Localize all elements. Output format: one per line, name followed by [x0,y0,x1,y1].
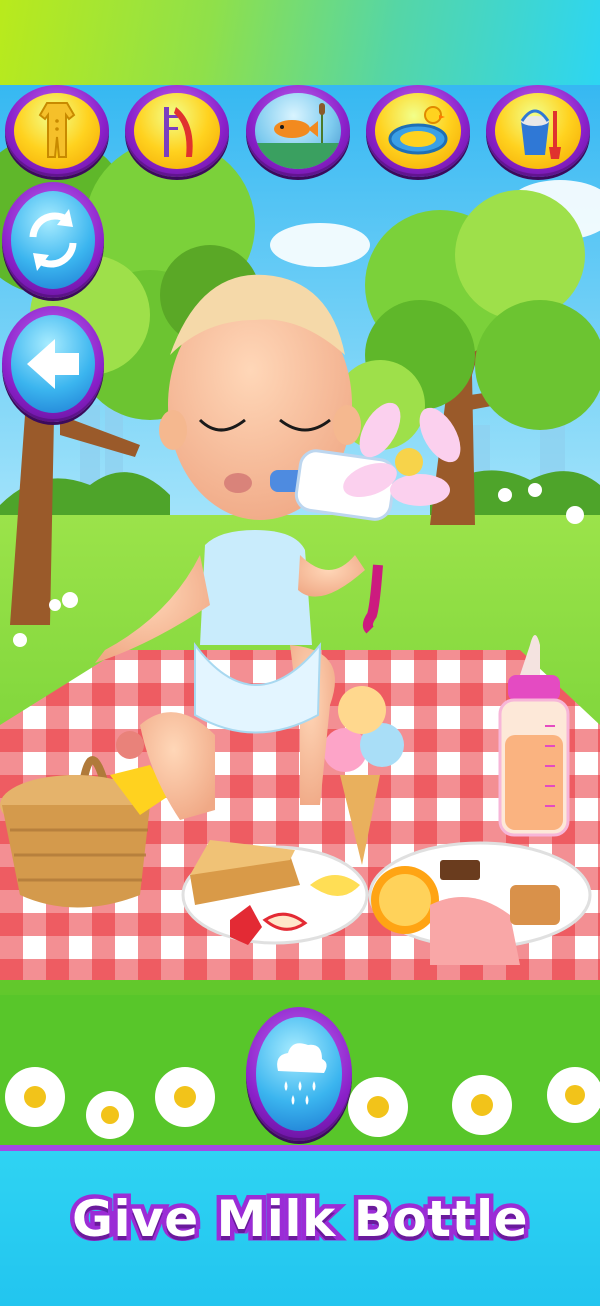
refresh-button[interactable] [2,182,104,298]
swim-ring-icon [388,106,448,155]
top-banner [0,0,600,85]
fish-icon [255,103,341,169]
playground-category-button[interactable] [125,85,229,177]
refresh-icon [29,209,77,271]
pond-category-button[interactable] [246,85,350,177]
rain-button[interactable] [246,1007,352,1141]
category-toolbar [0,85,600,180]
slide-icon [164,107,193,157]
rain-cloud-icon [277,1043,327,1105]
onesie-icon [38,102,76,158]
back-button[interactable] [2,306,104,422]
caption-text: Give Milk Bottle [67,1186,532,1253]
bucket-icon [520,109,561,159]
pool-category-button[interactable] [366,85,470,177]
sandbox-category-button[interactable] [486,85,590,177]
back-arrow-icon [27,339,79,389]
clothes-category-button[interactable] [5,85,109,177]
